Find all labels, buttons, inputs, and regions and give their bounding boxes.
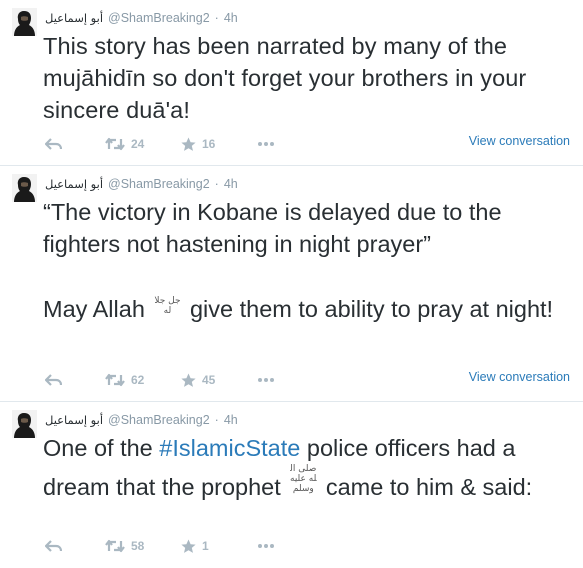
more-button[interactable] — [257, 543, 287, 549]
tweet-header: أبو إسماعيل @ShamBreaking2 · 4h — [45, 411, 238, 429]
avatar[interactable] — [12, 8, 37, 36]
avatar[interactable] — [12, 174, 37, 202]
reply-button[interactable] — [45, 138, 105, 150]
honorific-glyph: صلى الله عليه وسلم — [290, 464, 317, 494]
user-handle[interactable]: @ShamBreaking2 — [108, 11, 210, 25]
tweet-header: أبو إسماعيل @ShamBreaking2 · 4h — [45, 9, 238, 27]
more-dots-icon — [258, 142, 274, 146]
favorite-count: 45 — [202, 373, 216, 387]
favorite-button[interactable]: 45 — [181, 373, 257, 388]
more-dots-icon — [258, 544, 274, 548]
tweet-text: One of the #IslamicState police officers… — [43, 432, 578, 503]
timestamp[interactable]: 4h — [224, 177, 238, 191]
view-conversation-link[interactable]: View conversation — [469, 370, 570, 384]
honorific-glyph: جل جلاله — [154, 296, 181, 316]
tweet-text: This story has been narrated by many of … — [43, 33, 527, 123]
retweet-button[interactable]: 62 — [105, 373, 181, 387]
reply-arrow-icon — [45, 138, 62, 150]
favorite-count: 1 — [202, 539, 209, 553]
separator: · — [214, 177, 219, 191]
tweet-text-part: came to him & said: — [325, 474, 533, 500]
avatar[interactable] — [12, 410, 37, 438]
separator: · — [214, 413, 219, 427]
tweet[interactable]: أبو إسماعيل @ShamBreaking2 · 4h “The vic… — [0, 166, 583, 402]
more-button[interactable] — [257, 377, 287, 383]
star-icon — [181, 539, 196, 553]
retweet-icon — [105, 539, 125, 553]
display-name[interactable]: أبو إسماعيل — [45, 177, 103, 191]
view-conversation-link[interactable]: View conversation — [469, 134, 570, 148]
reply-button[interactable] — [45, 540, 105, 552]
favorite-count: 16 — [202, 137, 216, 151]
tweet-text-part: May Allah — [43, 296, 145, 322]
tweet-header: أبو إسماعيل @ShamBreaking2 · 4h — [45, 175, 238, 193]
separator: · — [214, 11, 219, 25]
user-handle[interactable]: @ShamBreaking2 — [108, 177, 210, 191]
retweet-count: 58 — [131, 539, 145, 553]
hashtag-link[interactable]: #IslamicState — [159, 435, 300, 461]
star-icon — [181, 373, 196, 387]
tweet-quote: “The victory in Kobane is delayed due to… — [43, 199, 502, 257]
retweet-button[interactable]: 24 — [105, 137, 181, 151]
reply-button[interactable] — [45, 374, 105, 386]
retweet-icon — [105, 373, 125, 387]
tweet-actions: 62 45 — [45, 370, 287, 390]
user-handle[interactable]: @ShamBreaking2 — [108, 413, 210, 427]
favorite-button[interactable]: 1 — [181, 539, 257, 554]
tweet-text-part: One of the — [43, 435, 153, 461]
retweet-icon — [105, 137, 125, 151]
display-name[interactable]: أبو إسماعيل — [45, 11, 103, 25]
more-button[interactable] — [257, 141, 287, 147]
reply-arrow-icon — [45, 374, 62, 386]
timestamp[interactable]: 4h — [224, 11, 238, 25]
more-dots-icon — [258, 378, 274, 382]
tweet[interactable]: أبو إسماعيل @ShamBreaking2 · 4h One of t… — [0, 402, 583, 568]
display-name[interactable]: أبو إسماعيل — [45, 413, 103, 427]
retweet-count: 62 — [131, 373, 145, 387]
tweet-text: May Allah جل جلاله give them to ability … — [43, 293, 578, 325]
reply-arrow-icon — [45, 540, 62, 552]
timestamp[interactable]: 4h — [224, 413, 238, 427]
retweet-button[interactable]: 58 — [105, 539, 181, 553]
star-icon — [181, 137, 196, 151]
tweet-actions: 24 16 — [45, 134, 287, 154]
tweet-text-part: give them to ability to pray at night! — [189, 296, 554, 322]
favorite-button[interactable]: 16 — [181, 137, 257, 152]
retweet-count: 24 — [131, 137, 145, 151]
tweet-actions: 58 1 — [45, 536, 287, 556]
tweet[interactable]: أبو إسماعيل @ShamBreaking2 · 4h This sto… — [0, 0, 583, 166]
